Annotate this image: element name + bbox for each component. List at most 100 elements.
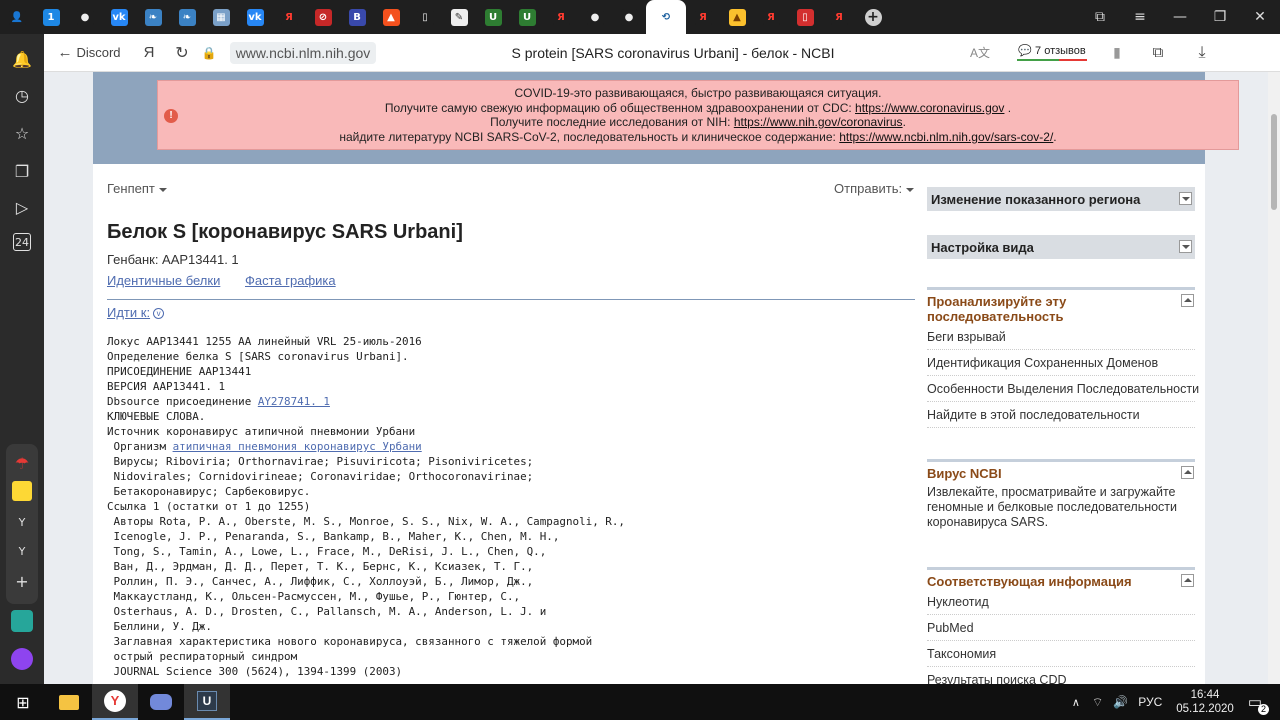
back-arrow-icon: ← (57, 44, 73, 61)
restore-icon[interactable]: ❐ (1200, 0, 1240, 34)
divider (107, 299, 915, 300)
browser-tab[interactable]: Я (272, 0, 306, 34)
add-icon[interactable]: + (11, 570, 33, 592)
format-dropdown[interactable]: Генпепт (107, 181, 167, 196)
cdc-link[interactable]: https://www.coronavirus.gov (855, 101, 1004, 115)
browser-tab[interactable]: ● (578, 0, 612, 34)
send-to-dropdown[interactable]: Отправить: (834, 181, 915, 196)
volume-icon[interactable]: 🔊 (1113, 695, 1128, 709)
collections-icon[interactable]: ❐ (11, 160, 33, 182)
browser-tab[interactable]: Я (822, 0, 856, 34)
page-scrollbar[interactable] (1268, 72, 1280, 684)
chevron-up-icon[interactable]: ∧ (1072, 696, 1080, 709)
discord-icon[interactable] (138, 684, 184, 720)
browser-tab[interactable]: 👤 (0, 0, 34, 34)
close-window-icon[interactable]: ✕ (1240, 0, 1280, 34)
browser-tab[interactable]: ▯ (408, 0, 442, 34)
yandex-home-icon[interactable]: Я (134, 34, 164, 72)
translate-icon[interactable]: A文 (958, 34, 1002, 72)
browser-tab[interactable]: ● (68, 0, 102, 34)
network-icon[interactable]: ⌔ (1092, 695, 1103, 710)
download-icon[interactable]: ⤓ (1184, 34, 1220, 72)
browser-tab[interactable]: Я (544, 0, 578, 34)
browser-tab[interactable]: ❧ (170, 0, 204, 34)
language-indicator[interactable]: РУС (1138, 695, 1162, 709)
portlet-link[interactable]: Результаты поиска CDD (927, 667, 1195, 684)
browser-tab[interactable]: B (340, 0, 374, 34)
browser-tab[interactable]: ⟲ (646, 0, 686, 34)
back-button[interactable]: ← Discord (44, 34, 134, 72)
browser-tab[interactable]: Я (754, 0, 788, 34)
portlet-link[interactable]: Нуклеотид (927, 589, 1195, 615)
minimize-icon[interactable]: — (1160, 0, 1200, 34)
system-tray: ∧ ⌔ 🔊 РУС 16:44 05.12.2020 ▭ 2 (1072, 684, 1280, 720)
collapse-toggle-icon[interactable] (1181, 574, 1194, 587)
browser-tab[interactable]: ⊘ (306, 0, 340, 34)
change-region-header[interactable]: Изменение показанного региона (927, 187, 1195, 211)
record-link[interactable]: атипичная пневмония коронавирус Урбани (173, 440, 422, 453)
genpept-record: Локус AAP13441 1255 AA линейный VRL 25-и… (107, 334, 917, 679)
collections-add-icon[interactable]: ⧉ (1132, 34, 1184, 72)
expand-toggle-icon[interactable] (1179, 192, 1192, 205)
browser-tab[interactable]: vk (102, 0, 136, 34)
plus-icon: + (864, 8, 882, 26)
browser-tab[interactable]: 1 (34, 0, 68, 34)
alice-icon[interactable] (11, 648, 33, 670)
browser-tab[interactable]: Я (686, 0, 720, 34)
yandex-icon: Я (762, 8, 780, 26)
browser-tab[interactable]: ▯ (788, 0, 822, 34)
portlet-link[interactable]: Беги взрывай (927, 324, 1195, 350)
github-icon: ● (620, 8, 638, 26)
star-icon[interactable]: ☆ (11, 122, 33, 144)
genbank-accession: Генбанк: AAP13441. 1 (107, 252, 239, 267)
browser-tab[interactable]: vk (238, 0, 272, 34)
send-app-icon[interactable] (11, 610, 33, 632)
browser-tab[interactable]: ● (612, 0, 646, 34)
browser-tab[interactable]: ▦ (204, 0, 238, 34)
portlet-link[interactable]: Таксономия (927, 641, 1195, 667)
portlet-link[interactable]: Особенности Выделения Последовательности (927, 376, 1199, 402)
fasta-graphics-link[interactable]: Фаста графика (245, 273, 336, 288)
browser-tab[interactable]: ✎ (442, 0, 476, 34)
unity-app-icon[interactable]: U (184, 684, 230, 720)
goto-link[interactable]: Идти к: v (107, 305, 165, 320)
identical-proteins-link[interactable]: Идентичные белки (107, 273, 220, 288)
yandex-browser-icon[interactable]: Y (92, 684, 138, 720)
ncbi-sars-link[interactable]: https://www.ncbi.nlm.nih.gov/sars-cov-2/ (839, 130, 1053, 144)
windows-start-icon[interactable]: ⊞ (0, 684, 46, 720)
browser-tab[interactable]: ▲ (720, 0, 754, 34)
portlet-link[interactable]: Идентификация Сохраненных Доменов (927, 350, 1195, 376)
bookmark-icon[interactable]: ▮ (1102, 34, 1132, 72)
browser-tab[interactable]: U (510, 0, 544, 34)
sidebar-app-y2[interactable]: Y (11, 540, 33, 562)
pdf-icon: ▯ (796, 8, 814, 26)
sidebar-app-y1[interactable]: Y (11, 511, 33, 533)
portlet-link[interactable]: Найдите в этой последовательности (927, 402, 1195, 428)
play-icon[interactable]: ▷ (11, 196, 33, 218)
view-settings-header[interactable]: Настройка вида (927, 235, 1195, 259)
umbrella-icon[interactable]: ☂ (11, 452, 33, 474)
reload-icon[interactable]: ↻ (164, 34, 200, 72)
collapse-toggle-icon[interactable] (1181, 294, 1194, 307)
collapse-toggle-icon[interactable] (1181, 466, 1194, 479)
file-explorer-icon[interactable] (46, 684, 92, 720)
expand-toggle-icon[interactable] (1179, 240, 1192, 253)
record-link[interactable]: AY278741. 1 (258, 395, 330, 408)
browser-tab[interactable]: ❧ (136, 0, 170, 34)
market-icon[interactable] (11, 480, 33, 502)
clock[interactable]: 16:44 05.12.2020 (1176, 688, 1234, 716)
portlet-link[interactable]: PubMed (927, 615, 1195, 641)
browser-tab[interactable]: ▲ (374, 0, 408, 34)
tab-manager-icon[interactable]: ⧉ (1080, 0, 1120, 34)
news-24-icon[interactable]: 24 (13, 233, 31, 251)
menu-icon[interactable]: ≡ (1120, 0, 1160, 34)
url-field[interactable]: www.ncbi.nlm.nih.gov (218, 34, 388, 72)
browser-tab[interactable]: U (476, 0, 510, 34)
reviews-button[interactable]: 💬 7 отзывов (1002, 34, 1102, 72)
history-icon[interactable]: ◷ (11, 84, 33, 106)
notifications-icon[interactable]: ▭ 2 (1248, 693, 1269, 715)
bell-icon[interactable]: 🔔 (11, 48, 33, 70)
nih-link[interactable]: https://www.nih.gov/coronavirus (734, 115, 903, 129)
scrollbar-thumb[interactable] (1271, 114, 1277, 210)
new-tab-button[interactable]: + (856, 0, 890, 34)
